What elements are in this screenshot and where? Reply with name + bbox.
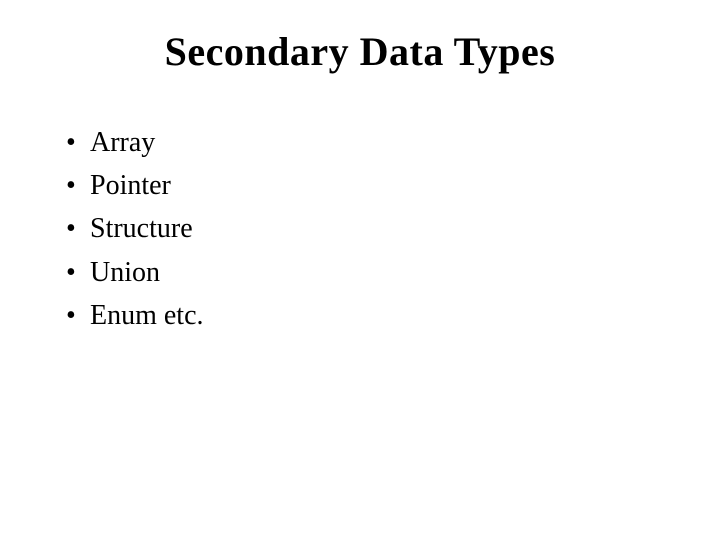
bullet-icon: • xyxy=(66,296,90,335)
list-item: • Structure xyxy=(66,209,660,248)
bullet-text: Enum etc. xyxy=(90,296,660,335)
bullet-list: • Array • Pointer • Structure • Union • … xyxy=(60,123,660,335)
list-item: • Array xyxy=(66,123,660,162)
list-item: • Union xyxy=(66,253,660,292)
bullet-text: Pointer xyxy=(90,166,660,205)
bullet-text: Structure xyxy=(90,209,660,248)
slide-title: Secondary Data Types xyxy=(60,28,660,75)
bullet-icon: • xyxy=(66,123,90,162)
list-item: • Pointer xyxy=(66,166,660,205)
bullet-text: Union xyxy=(90,253,660,292)
bullet-icon: • xyxy=(66,209,90,248)
bullet-icon: • xyxy=(66,166,90,205)
bullet-icon: • xyxy=(66,253,90,292)
slide-container: Secondary Data Types • Array • Pointer •… xyxy=(0,0,720,540)
list-item: • Enum etc. xyxy=(66,296,660,335)
bullet-text: Array xyxy=(90,123,660,162)
